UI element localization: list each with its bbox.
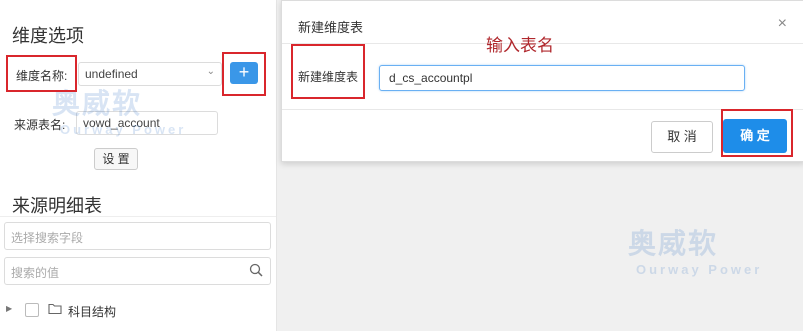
tree-checkbox[interactable] xyxy=(25,303,39,317)
highlight-box-add-button xyxy=(222,52,266,96)
folder-icon xyxy=(48,302,62,318)
dimension-select-value: undefined xyxy=(85,67,138,81)
source-table-label: 来源表名: xyxy=(14,118,66,132)
tree-item-label: 科目结构 xyxy=(68,305,117,319)
source-detail-title: 来源明细表 xyxy=(12,196,102,216)
source-table-input[interactable]: vowd_account xyxy=(76,111,218,135)
expand-caret-icon[interactable]: ▶ xyxy=(6,304,12,313)
dimension-name-select[interactable]: undefined ⌄ xyxy=(78,62,222,86)
field-search-select[interactable]: 选择搜索字段 xyxy=(4,222,271,250)
field-search-placeholder: 选择搜索字段 xyxy=(11,231,84,245)
close-icon[interactable]: × xyxy=(778,15,787,33)
value-search-input[interactable]: 搜索的值 xyxy=(4,257,271,285)
settings-button[interactable]: 设 置 xyxy=(94,148,138,170)
chevron-down-icon: ⌄ xyxy=(206,66,215,77)
highlight-box-confirm-button xyxy=(721,109,793,157)
table-name-value: d_cs_accountpl xyxy=(389,71,473,85)
highlight-box-dimension-name xyxy=(6,55,77,92)
cancel-button[interactable]: 取 消 xyxy=(651,121,713,153)
table-name-input[interactable]: d_cs_accountpl xyxy=(379,65,745,91)
dialog-title: 新建维度表 xyxy=(298,20,364,35)
dimension-options-panel: 维度选项 维度名称: undefined ⌄ + 来源表名: vowd_acco… xyxy=(0,0,277,331)
search-icon[interactable] xyxy=(249,263,263,280)
highlight-box-field-label xyxy=(291,44,365,99)
source-table-value: vowd_account xyxy=(83,116,160,130)
dimension-options-title: 维度选项 xyxy=(12,26,84,46)
annotation-text: 输入表名 xyxy=(486,36,554,55)
value-search-placeholder: 搜索的值 xyxy=(11,266,60,280)
section-divider xyxy=(0,216,276,217)
